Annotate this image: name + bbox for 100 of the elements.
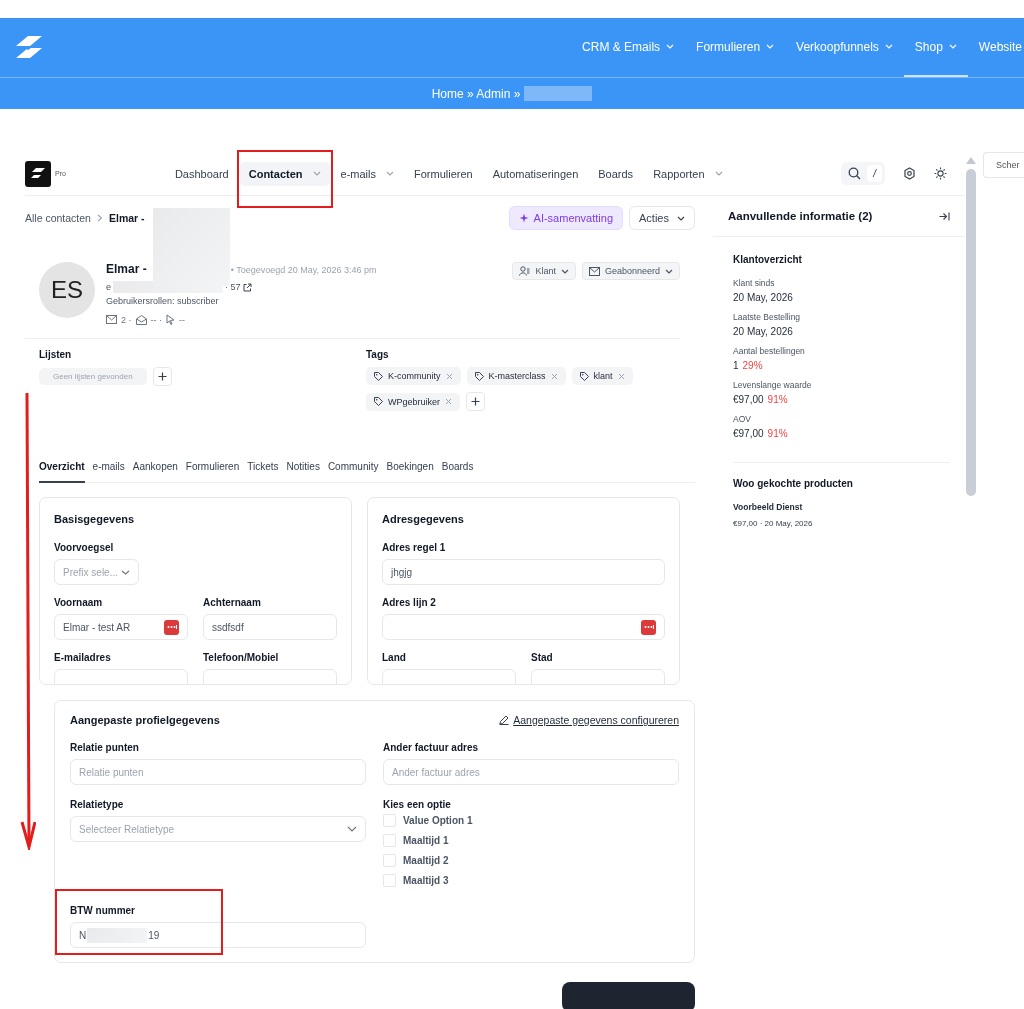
checkbox-option[interactable]: Maaltijd 2 <box>383 854 679 867</box>
settings-icon[interactable] <box>903 167 916 180</box>
checkbox-option[interactable]: Maaltijd 1 <box>383 834 679 847</box>
tag-chip[interactable]: K-community <box>366 367 461 385</box>
add-button[interactable] <box>152 367 172 386</box>
nav-tab[interactable]: Contacten <box>239 161 330 186</box>
scroll-up-icon[interactable] <box>966 157 976 164</box>
stat-label: AOV <box>733 414 752 424</box>
stat-value: 2 · <box>121 314 132 325</box>
tag-chip[interactable]: klant <box>571 367 633 385</box>
tab[interactable]: Community <box>327 457 379 483</box>
stat-label: Klant sinds <box>733 278 776 288</box>
breadcrumb-link[interactable]: Alle contacten <box>25 212 91 224</box>
field-label: BTW nummer <box>70 905 136 916</box>
stat-value: -- <box>179 314 185 325</box>
input-field[interactable]: Elmar - test AR <box>54 614 188 640</box>
close-icon[interactable] <box>445 398 453 405</box>
checkbox[interactable] <box>383 854 396 867</box>
checkbox-option[interactable]: Maaltijd 3 <box>383 874 679 887</box>
field-label: Adres regel 1 <box>382 542 447 553</box>
input-field[interactable]: N 19 <box>70 922 366 948</box>
logo-icon[interactable] <box>25 160 51 187</box>
external-link-icon[interactable] <box>242 282 252 292</box>
nav-tab[interactable]: Automatiseringen <box>483 161 588 186</box>
checkbox-option[interactable]: Value Option 1 <box>383 814 679 827</box>
empty-lists-pill: Geen lijsten gevonden <box>39 368 147 385</box>
close-icon[interactable] <box>550 372 558 380</box>
caret-icon <box>560 268 569 274</box>
close-icon[interactable] <box>617 372 625 380</box>
product-name: Voorbeeld Dienst <box>733 502 804 512</box>
chevron-icon <box>96 214 103 222</box>
add-button[interactable] <box>466 392 486 411</box>
checkbox[interactable] <box>383 834 396 847</box>
status-dropdown[interactable]: Geabonneerd <box>581 262 680 280</box>
plus-icon <box>157 372 167 381</box>
search-icon <box>848 167 862 180</box>
password-manager-icon[interactable] <box>164 619 179 635</box>
caret-icon <box>312 171 321 176</box>
cursor-icon <box>166 314 175 325</box>
section-label: Tags <box>366 349 390 360</box>
field-label: Voorvoegsel <box>54 542 115 553</box>
nav-tab[interactable]: Dashboard <box>165 161 238 186</box>
stat-label: Laatste Bestelling <box>733 312 802 322</box>
scrollbar-thumb[interactable] <box>966 169 976 496</box>
card-title: Aangepaste profielgegevens <box>70 714 220 726</box>
tab[interactable]: Formulieren <box>185 457 240 483</box>
field-label: Land <box>382 652 407 663</box>
tab[interactable]: Aankopen <box>132 457 178 483</box>
caret-icon <box>714 171 723 176</box>
caret-icon <box>677 215 685 221</box>
tab[interactable]: Boekingen <box>386 457 434 483</box>
checkbox[interactable] <box>383 874 396 887</box>
stat-label: Levenslange waarde <box>733 380 813 390</box>
tag-chip[interactable]: K-masterclass <box>466 367 566 385</box>
input-field[interactable]: ssdfsdf <box>203 614 337 640</box>
search-button[interactable]: / <box>841 162 885 185</box>
nav-tab[interactable]: e-mails <box>331 161 403 186</box>
pencil-icon <box>499 715 510 725</box>
field-label: Kies een optie <box>383 799 452 810</box>
person-icon <box>519 266 531 276</box>
stat-value: €97,00 <box>733 428 764 439</box>
email-text: e <box>106 282 111 292</box>
panel-title: Aanvullende informatie (2) <box>728 210 873 222</box>
field-label: Achternaam <box>203 597 262 608</box>
card-title: Adresgegevens <box>382 513 465 525</box>
close-icon[interactable] <box>445 372 453 380</box>
field-label: Adres lijn 2 <box>382 597 437 608</box>
user-roles: Gebruikersrollen: subscriber <box>106 296 220 306</box>
sparkle-icon <box>518 213 529 223</box>
caret-icon <box>121 569 130 575</box>
tab[interactable]: Tickets <box>247 457 279 483</box>
section-title: Klantoverzicht <box>733 254 803 265</box>
tab[interactable]: Boards <box>441 457 474 483</box>
breadcrumb: Home » Admin » <box>431 86 521 101</box>
password-manager-icon[interactable] <box>641 619 656 635</box>
caret-icon <box>347 826 357 832</box>
tag-chip[interactable]: WPgebruiker <box>366 392 461 411</box>
configure-link[interactable]: Aangepaste gegevens configureren <box>499 714 679 726</box>
ai-summary-button[interactable]: AI-samenvatting <box>508 206 624 230</box>
avatar: ES <box>39 262 95 318</box>
breadcrumb-current: Elmar - <box>108 212 145 224</box>
tab[interactable]: Overzicht <box>39 457 85 483</box>
stat-change: 91% <box>767 394 788 405</box>
nav-tab[interactable]: Rapporten <box>644 161 732 186</box>
side-tab[interactable]: Scher <box>983 152 1024 178</box>
actions-button[interactable]: Acties <box>629 206 695 230</box>
section-label: Lijsten <box>39 349 73 360</box>
tab[interactable]: e-mails <box>92 457 125 483</box>
status-dropdown[interactable]: Klant <box>512 262 576 280</box>
stat-value: 1 <box>733 360 739 371</box>
nav-tab[interactable]: Boards <box>589 161 643 186</box>
collapse-icon[interactable] <box>939 211 950 221</box>
nav-tab[interactable]: Formulieren <box>404 161 482 186</box>
sun-icon[interactable] <box>934 167 947 180</box>
input-field[interactable] <box>382 614 665 640</box>
tab[interactable]: Notities <box>286 457 320 483</box>
field-label: Voornaam <box>54 597 104 608</box>
checkbox[interactable] <box>383 814 396 827</box>
caret-icon <box>665 268 673 274</box>
input-field[interactable]: jhgjg <box>382 559 665 585</box>
